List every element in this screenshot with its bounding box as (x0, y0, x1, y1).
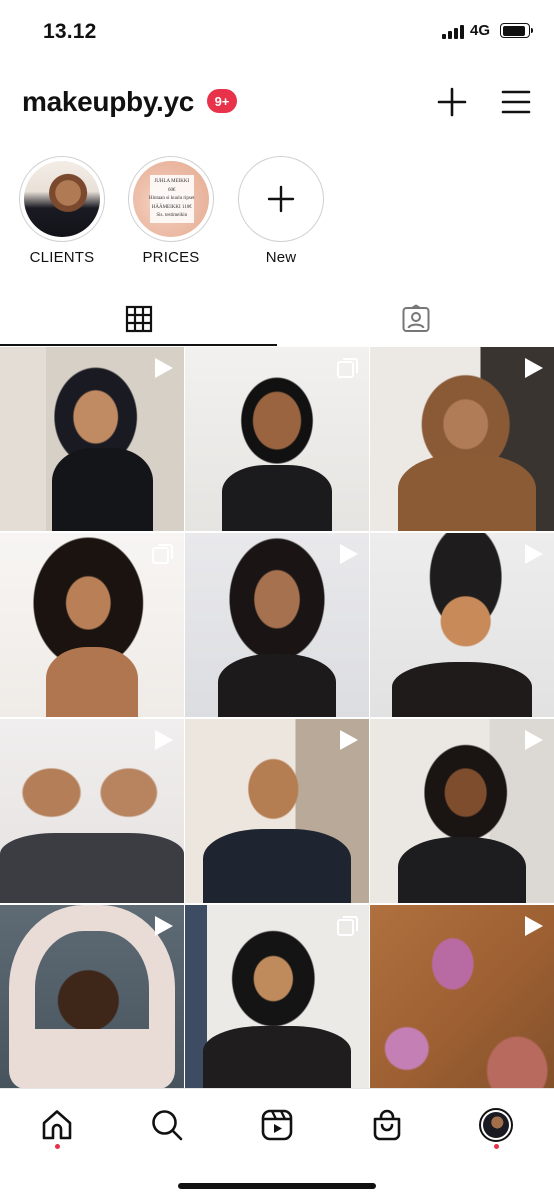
reels-icon (261, 1109, 293, 1141)
post-thumbnail[interactable] (0, 533, 184, 717)
search-icon (152, 1110, 183, 1141)
reel-icon (340, 544, 358, 564)
price-card-line: Sis. testimeikin (156, 213, 188, 219)
notification-badge[interactable]: 9+ (207, 89, 237, 113)
home-notification-dot (55, 1144, 60, 1149)
post-thumbnail[interactable] (370, 533, 554, 717)
post-thumbnail[interactable] (0, 719, 184, 903)
grid-icon (125, 305, 152, 333)
highlight-ring (19, 156, 105, 242)
post-thumbnail[interactable] (185, 905, 369, 1089)
highlight-cover-image (24, 161, 100, 237)
highlight-ring: JUHLA MEIKKI 60€ Hintaan si kuulu ripset… (128, 156, 214, 242)
price-card-line: 60€ (168, 187, 176, 193)
post-thumbnail[interactable] (185, 533, 369, 717)
reel-icon (525, 916, 543, 936)
status-indicators: 4G (441, 22, 533, 39)
menu-button[interactable] (498, 84, 534, 120)
highlight-label: CLIENTS (29, 249, 95, 266)
nav-reels[interactable] (255, 1103, 299, 1147)
highlight-label: New (265, 249, 297, 266)
battery-level (502, 25, 525, 36)
highlight-prices[interactable]: JUHLA MEIKKI 60€ Hintaan si kuulu ripset… (126, 156, 216, 266)
hamburger-menu-icon (501, 90, 531, 114)
price-list-card: JUHLA MEIKKI 60€ Hintaan si kuulu ripset… (149, 174, 195, 224)
nav-shop[interactable] (365, 1103, 409, 1147)
nav-profile[interactable] (474, 1103, 518, 1147)
highlight-cover-image: JUHLA MEIKKI 60€ Hintaan si kuulu ripset… (133, 161, 209, 237)
tab-selected-indicator (0, 344, 277, 346)
carousel-icon (337, 358, 358, 378)
post-thumbnail[interactable] (0, 347, 184, 531)
profile-tabs (0, 293, 554, 346)
post-thumbnail[interactable] (370, 719, 554, 903)
plus-icon (267, 185, 295, 213)
status-bar: 13.12 4G (0, 0, 554, 66)
story-highlights: CLIENTS JUHLA MEIKKI 60€ Hintaan si kuul… (0, 156, 554, 271)
signal-icon (441, 23, 464, 39)
home-indicator (178, 1183, 376, 1189)
post-thumbnail[interactable] (185, 719, 369, 903)
highlight-new[interactable]: New (236, 156, 326, 266)
price-card-line: Hintaan si kuulu ripset (149, 196, 195, 202)
status-time: 13.12 (43, 20, 97, 43)
tagged-icon (402, 304, 429, 332)
price-card-line: JUHLA MEIKKI (154, 179, 190, 185)
reel-icon (525, 544, 543, 564)
plus-icon (437, 87, 467, 117)
profile-header: makeupby.yc 9+ (0, 80, 554, 124)
highlight-clients[interactable]: CLIENTS (17, 156, 107, 266)
tab-grid[interactable] (0, 293, 277, 345)
nav-home[interactable] (35, 1103, 79, 1147)
reel-icon (340, 730, 358, 750)
reel-icon (155, 730, 173, 750)
reel-icon (525, 358, 543, 378)
carousel-icon (152, 544, 173, 564)
profile-notification-dot (494, 1144, 499, 1149)
reel-icon (155, 358, 173, 378)
post-thumbnail[interactable] (370, 905, 554, 1089)
profile-username[interactable]: makeupby.yc (22, 86, 194, 118)
tab-tagged[interactable] (277, 293, 554, 345)
battery-icon (500, 23, 533, 38)
create-button[interactable] (434, 84, 470, 120)
profile-avatar (479, 1108, 513, 1142)
highlight-ring (238, 156, 324, 242)
post-grid (0, 347, 554, 1089)
carousel-icon (337, 916, 358, 936)
nav-search[interactable] (145, 1103, 189, 1147)
network-type: 4G (469, 22, 490, 39)
post-thumbnail[interactable] (185, 347, 369, 531)
reel-icon (155, 916, 173, 936)
reel-icon (525, 730, 543, 750)
shop-icon (373, 1109, 401, 1141)
home-icon (42, 1110, 72, 1140)
price-card-line: HÄÄMEIKKI 110€ (151, 204, 192, 210)
highlight-label: PRICES (142, 249, 200, 266)
post-thumbnail[interactable] (370, 347, 554, 531)
post-thumbnail[interactable] (0, 905, 184, 1089)
